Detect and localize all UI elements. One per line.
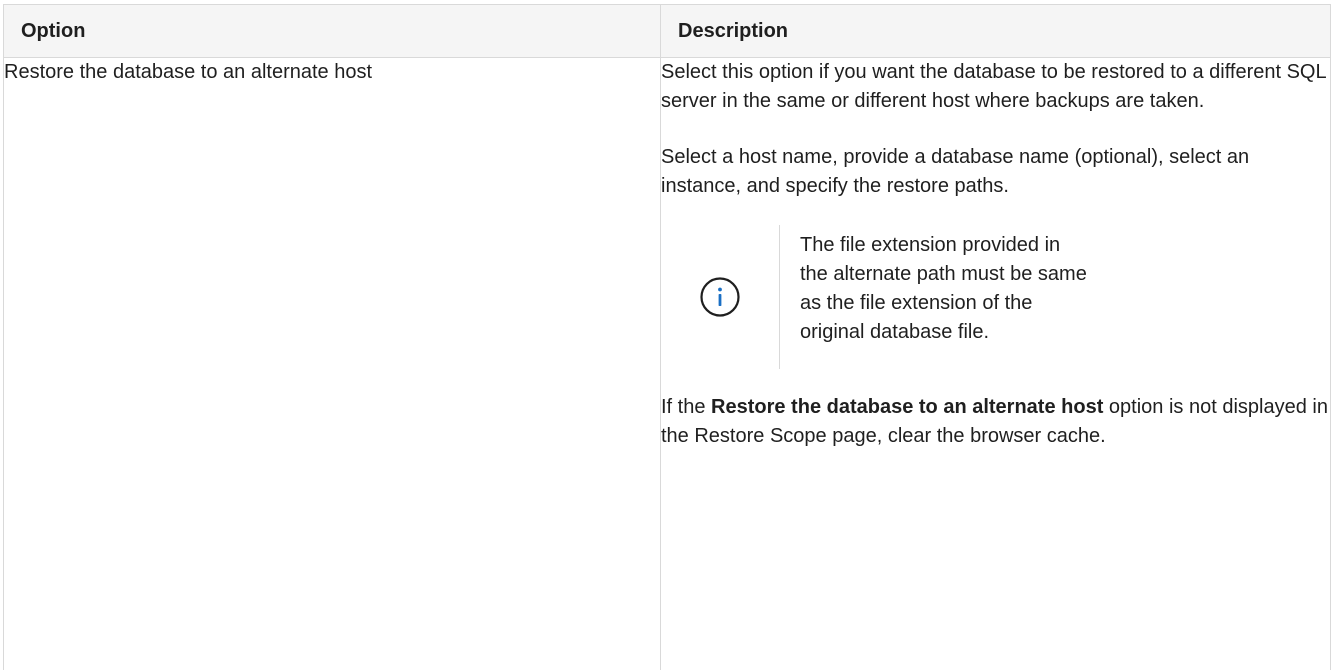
- options-table: Option Description Restore the database …: [3, 4, 1331, 670]
- table-row: Restore the database to an alternate hos…: [3, 57, 1331, 670]
- table-body: Restore the database to an alternate hos…: [3, 57, 1331, 670]
- note-icon-column: [661, 225, 780, 369]
- column-header-option: Option: [3, 4, 661, 58]
- info-circle-icon: [700, 277, 740, 317]
- option-cell: Restore the database to an alternate hos…: [3, 57, 661, 670]
- note-callout: The file extension provided in the alter…: [661, 225, 1330, 369]
- column-header-description: Description: [660, 4, 1331, 58]
- description-paragraph-1: Select this option if you want the datab…: [661, 61, 1326, 112]
- description-paragraph-3: If the Restore the database to an altern…: [661, 393, 1330, 451]
- description-paragraph-2: Select a host name, provide a database n…: [661, 146, 1250, 197]
- option-label: Restore the database to an alternate hos…: [4, 61, 373, 83]
- note-text: The file extension provided in the alter…: [800, 234, 1087, 343]
- options-table-container: Option Description Restore the database …: [0, 0, 1337, 670]
- description-cell: Select this option if you want the datab…: [660, 57, 1331, 670]
- paragraph-3-prefix: If the: [661, 396, 712, 418]
- paragraph-3-bold-option-name: Restore the database to an alternate hos…: [711, 396, 1104, 418]
- header-row: Option Description: [3, 4, 1331, 58]
- table-header: Option Description: [3, 4, 1331, 58]
